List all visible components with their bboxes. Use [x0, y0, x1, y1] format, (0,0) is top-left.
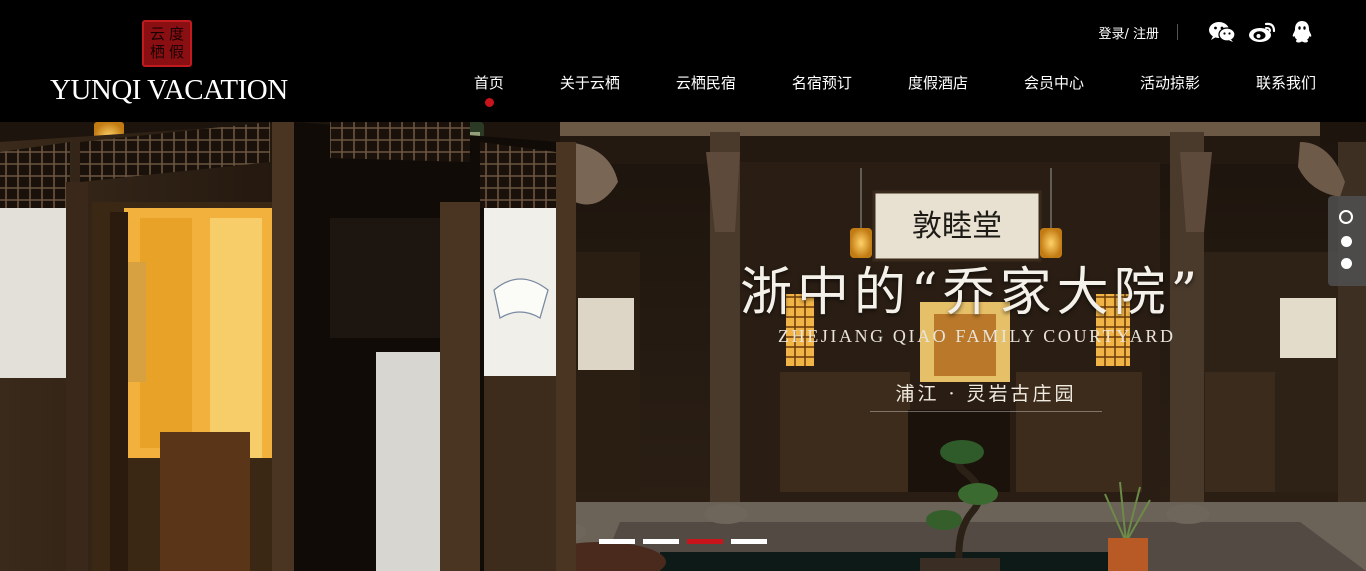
logo-seal: 云 度 栖 假 [142, 20, 192, 67]
brand-name: YUNQI VACATION [50, 74, 288, 106]
nav-item-contact[interactable]: 联系我们 [1256, 72, 1316, 96]
seal-char: 度 [168, 24, 184, 43]
slide-pagination [599, 539, 767, 544]
weibo-icon[interactable] [1248, 20, 1276, 44]
seal-char: 栖 [149, 43, 165, 62]
logo[interactable]: 云 度 栖 假 YUNQI VACATION [50, 18, 290, 108]
qq-icon[interactable] [1288, 20, 1316, 44]
slide-indicator[interactable] [643, 539, 679, 544]
nav-item-member-center[interactable]: 会员中心 [1024, 72, 1084, 96]
login-register-link[interactable]: 登录/ 注册 [1098, 23, 1159, 42]
slide-indicator[interactable] [731, 539, 767, 544]
wechat-icon[interactable] [1208, 20, 1236, 44]
side-dot[interactable] [1341, 258, 1352, 269]
divider [1177, 24, 1178, 40]
hero-location: 浦江 · 灵岩古庄园 [870, 378, 1102, 412]
nav-label: 会员中心 [1023, 74, 1084, 92]
side-dot[interactable] [1341, 236, 1352, 247]
slide-indicator[interactable] [599, 539, 635, 544]
hero-banner[interactable]: 敦睦堂 浙中的“乔家大院” ZHEJIANG QIAO FAMILY COURT… [0, 122, 1366, 571]
nav-label: 关于云栖 [559, 74, 620, 92]
nav-item-events[interactable]: 活动掠影 [1140, 72, 1200, 96]
main-nav: 首页 关于云栖 云栖民宿 名宿预订 度假酒店 会员中心 活动掠影 联系我们 [473, 72, 1316, 107]
seal-char: 云 [149, 24, 165, 43]
nav-label: 度假酒店 [907, 74, 968, 92]
nav-label: 云栖民宿 [675, 74, 736, 92]
nav-item-homestay[interactable]: 云栖民宿 [676, 72, 736, 96]
nav-item-booking[interactable]: 名宿预订 [792, 72, 852, 96]
nav-label: 活动掠影 [1139, 74, 1200, 92]
nav-label: 联系我们 [1255, 74, 1316, 92]
nav-label: 首页 [473, 74, 504, 92]
topbar: 登录/ 注册 [1098, 20, 1316, 44]
hero-title: 浙中的“乔家大院” [740, 263, 1203, 323]
side-pagination [1328, 196, 1366, 286]
seal-char: 假 [168, 43, 184, 62]
hero-subtitle-en: ZHEJIANG QIAO FAMILY COURTYARD [778, 326, 1176, 346]
plaque-text: 敦睦堂 [912, 209, 1002, 244]
nav-item-resort-hotel[interactable]: 度假酒店 [908, 72, 968, 96]
site-header: 云 度 栖 假 YUNQI VACATION 登录/ 注册 首页 关于云栖 云栖… [0, 0, 1366, 122]
active-indicator [484, 98, 494, 107]
nav-item-about[interactable]: 关于云栖 [560, 72, 620, 96]
slide-indicator[interactable] [687, 539, 723, 544]
nav-label: 名宿预订 [791, 74, 852, 92]
side-dot[interactable] [1339, 210, 1353, 224]
nav-item-home[interactable]: 首页 [473, 72, 504, 107]
